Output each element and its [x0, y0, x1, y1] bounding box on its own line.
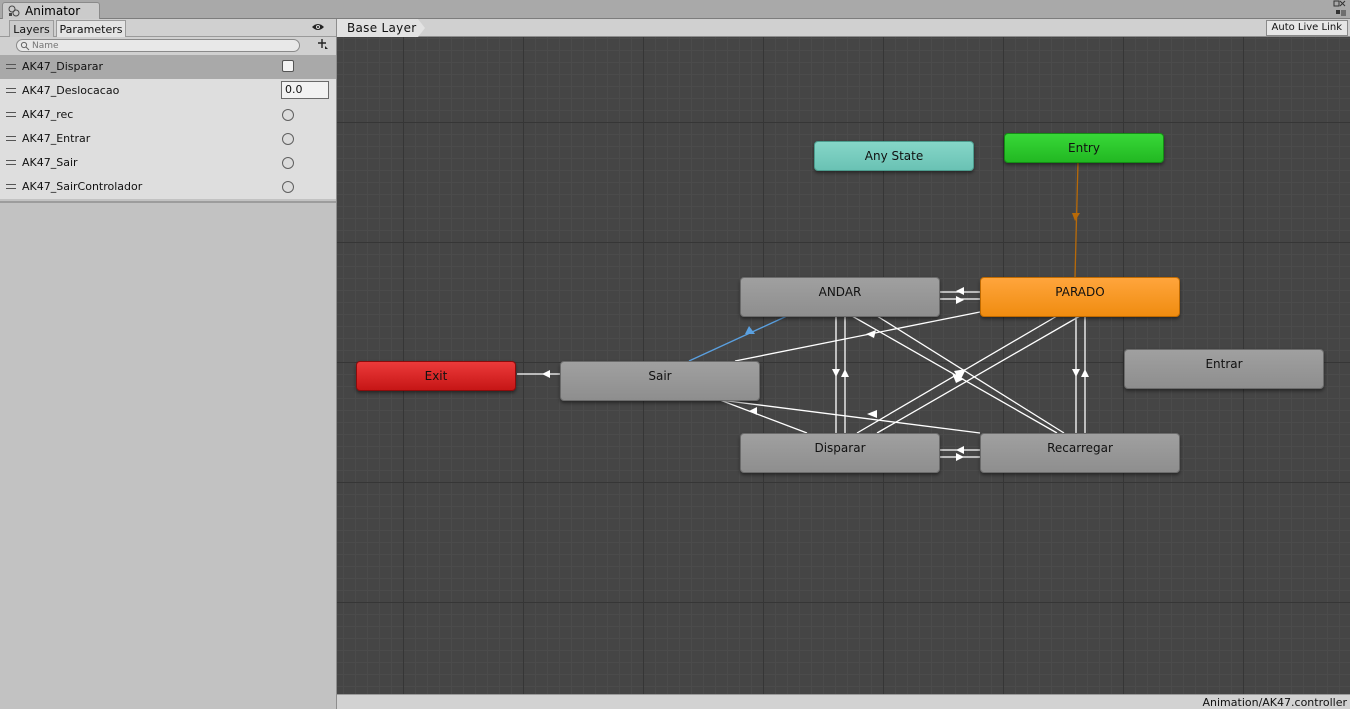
arrowhead [956, 296, 964, 304]
state-label: Disparar [814, 441, 866, 455]
tab-parameters-label: Parameters [59, 22, 123, 36]
auto-live-link-button[interactable]: Auto Live Link [1265, 20, 1348, 36]
drag-handle-icon[interactable] [6, 184, 16, 189]
plus-icon [318, 39, 328, 49]
window-menu-icon[interactable] [1320, 0, 1346, 19]
status-bar: Animation/AK47.controller [337, 694, 1350, 709]
parameter-row-ak47-entrar[interactable]: AK47_Entrar [0, 127, 336, 151]
controller-path: Animation/AK47.controller [1202, 696, 1348, 709]
state-label: Any State [864, 149, 924, 163]
arrowhead [749, 407, 757, 415]
state-label: Entrar [1205, 357, 1243, 371]
animator-icon [8, 5, 20, 17]
parameter-row-ak47-rec[interactable]: AK47_rec [0, 103, 336, 127]
arrowhead [866, 330, 876, 338]
trigger-radio[interactable] [282, 157, 294, 169]
parameter-name: AK47_Deslocacao [22, 84, 120, 97]
parameter-list: AK47_Disparar AK47_Deslocacao 0.0 AK47_r… [0, 55, 336, 203]
animator-window-tab[interactable]: Animator [2, 2, 100, 19]
state-entrar[interactable]: Entrar [1124, 349, 1324, 389]
state-label: ANDAR [818, 285, 862, 299]
eye-icon[interactable] [311, 22, 325, 32]
trigger-radio[interactable] [282, 133, 294, 145]
transition-disparar-parado [876, 315, 1081, 434]
transition-recarregar-andar [876, 315, 1065, 434]
search-row [0, 37, 336, 55]
drag-handle-icon[interactable] [6, 160, 16, 165]
search-input[interactable] [16, 39, 300, 52]
transition-sair-andar [688, 315, 788, 362]
drag-handle-icon[interactable] [6, 64, 16, 69]
state-label: Exit [424, 369, 448, 383]
state-machine-graph[interactable]: Any State Entry ANDAR PARADO Exit Sair E… [337, 37, 1350, 694]
tab-layers[interactable]: Layers [9, 20, 54, 37]
parameter-row-ak47-deslocacao[interactable]: AK47_Deslocacao 0.0 [0, 79, 336, 103]
state-label: PARADO [1055, 285, 1105, 299]
tab-layers-label: Layers [13, 22, 50, 36]
search-icon [20, 41, 30, 51]
parameter-name: AK47_Entrar [22, 132, 91, 145]
float-value-field[interactable]: 0.0 [281, 81, 329, 99]
arrowhead [745, 326, 755, 334]
arrowhead [867, 410, 877, 418]
bool-checkbox[interactable] [282, 60, 294, 72]
state-any-state[interactable]: Any State [814, 141, 974, 171]
arrowhead [956, 287, 964, 295]
parameter-row-ak47-disparar[interactable]: AK47_Disparar [0, 55, 336, 79]
drag-handle-icon[interactable] [6, 136, 16, 141]
parameter-row-ak47-sair[interactable]: AK47_Sair [0, 151, 336, 175]
state-sair[interactable]: Sair [560, 361, 760, 401]
parameter-row-ak47-saircontrolador[interactable]: AK47_SairControlador [0, 175, 336, 199]
arrowhead [956, 446, 964, 454]
state-disparar[interactable]: Disparar [740, 433, 940, 473]
state-label: Sair [648, 369, 672, 383]
arrowhead [1072, 369, 1080, 377]
arrowhead [832, 369, 840, 377]
arrowhead [542, 370, 550, 378]
window-title: Animator [25, 4, 81, 18]
state-exit[interactable]: Exit [356, 361, 516, 391]
parameters-panel: Layers Parameters Name AK47_Disparar AK4… [0, 19, 337, 709]
parameter-name: AK47_rec [22, 108, 74, 121]
state-andar[interactable]: ANDAR [740, 277, 940, 317]
parameter-name: AK47_Disparar [22, 60, 104, 73]
add-parameter-button[interactable] [316, 38, 330, 52]
transition-recarregar-sair [719, 399, 981, 434]
panel-tabs: Layers Parameters [0, 19, 336, 37]
breadcrumb-base-layer[interactable]: Base Layer [337, 19, 425, 37]
window-titlebar: Animator [0, 0, 1350, 19]
arrowhead [1081, 369, 1089, 377]
drag-handle-icon[interactable] [6, 88, 16, 93]
state-recarregar[interactable]: Recarregar [980, 433, 1180, 473]
parameter-name: AK47_SairControlador [22, 180, 143, 193]
trigger-radio[interactable] [282, 181, 294, 193]
tab-parameters[interactable]: Parameters [56, 20, 126, 37]
state-label: Entry [1068, 141, 1100, 155]
animator-window: Animator Layers Parameters Name AK47_Dis… [0, 0, 1350, 709]
trigger-radio[interactable] [282, 109, 294, 121]
graph-toolbar: Base Layer Auto Live Link [337, 19, 1350, 37]
drag-handle-icon[interactable] [6, 112, 16, 117]
arrowhead [841, 369, 849, 377]
state-parado[interactable]: PARADO [980, 277, 1180, 317]
arrowhead [956, 453, 964, 461]
state-entry[interactable]: Entry [1004, 133, 1164, 163]
parameter-name: AK47_Sair [22, 156, 78, 169]
state-label: Recarregar [1047, 441, 1113, 455]
